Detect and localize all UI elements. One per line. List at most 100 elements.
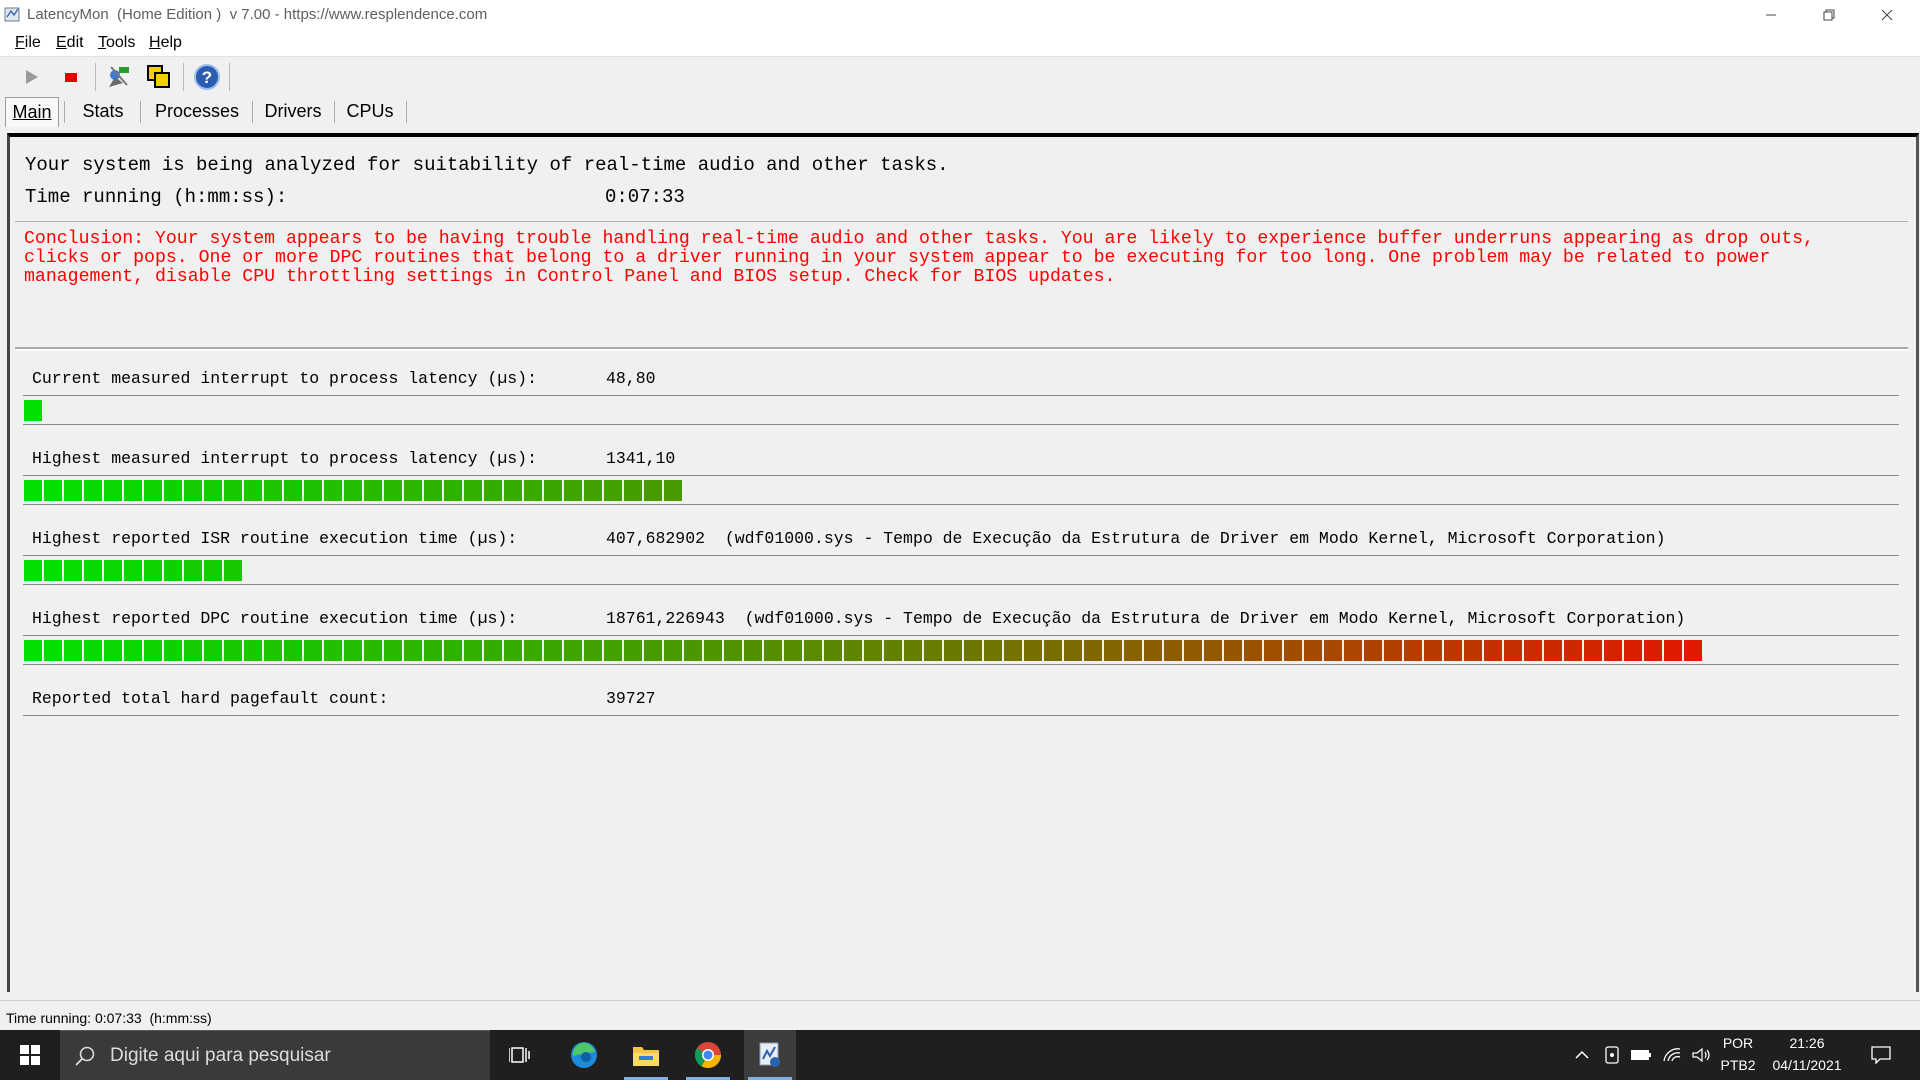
meter-segment	[844, 640, 862, 661]
task-view-icon	[509, 1047, 530, 1063]
meter-segment	[584, 480, 602, 501]
meter-segment	[1464, 640, 1482, 661]
keyboard-layout[interactable]: PTB2	[1718, 1057, 1758, 1073]
isr-time-value: 407,682902 (wdf01000.sys - Tempo de Exec…	[606, 529, 1666, 548]
meter-bar	[24, 640, 1704, 661]
meter-segment	[864, 640, 882, 661]
taskbar-file-explorer[interactable]	[620, 1030, 672, 1080]
meter-segment	[644, 640, 662, 661]
meter-segment	[384, 480, 402, 501]
tab-separator	[140, 101, 141, 123]
taskbar-latencymon[interactable]	[744, 1030, 796, 1080]
meter-segment	[64, 640, 82, 661]
tray-volume[interactable]	[1690, 1030, 1714, 1080]
analyzing-text: Your system is being analyzed for suitab…	[25, 154, 949, 176]
tab-main[interactable]: Main	[5, 97, 59, 127]
meter-segment	[924, 640, 942, 661]
meter-segment	[204, 480, 222, 501]
meter-segment	[804, 640, 822, 661]
meter-segment	[264, 640, 282, 661]
meter-segment	[544, 640, 562, 661]
meter-segment	[1124, 640, 1142, 661]
meter-segment	[884, 640, 902, 661]
clock-time[interactable]: 21:26	[1762, 1035, 1852, 1051]
meter-segment	[1304, 640, 1322, 661]
clock-date[interactable]: 04/11/2021	[1762, 1057, 1852, 1073]
meter-segment	[1444, 640, 1462, 661]
tab-separator	[334, 101, 335, 123]
tray-battery[interactable]	[1628, 1030, 1654, 1080]
show-hidden-icons[interactable]	[1570, 1030, 1594, 1080]
meter-segment	[1544, 640, 1562, 661]
taskbar-search[interactable]: Digite aqui para pesquisar	[60, 1030, 490, 1080]
tab-processes-label: Processes	[154, 101, 240, 121]
help-button[interactable]: ?	[191, 61, 223, 93]
tab-stats-label: Stats	[82, 101, 124, 121]
menu-tools[interactable]: Tools	[98, 34, 135, 52]
meter-segment	[664, 640, 682, 661]
meter-segment	[684, 640, 702, 661]
meter-segment	[1404, 640, 1422, 661]
meter-segment	[304, 640, 322, 661]
meter-segment	[464, 480, 482, 501]
meter-segment	[424, 640, 442, 661]
time-running-label: Time running (h:mm:ss):	[25, 186, 288, 208]
minimize-icon	[1766, 14, 1776, 16]
tab-drivers[interactable]: Drivers	[258, 97, 328, 125]
meter-segment	[24, 640, 42, 661]
meter-segment	[24, 400, 42, 421]
tab-processes[interactable]: Processes	[148, 97, 246, 125]
meter-segment	[64, 480, 82, 501]
meter-segment	[84, 640, 102, 661]
menu-file[interactable]: File	[15, 34, 41, 52]
meter-segment	[1424, 640, 1442, 661]
meter-segment	[84, 480, 102, 501]
meter-segment	[44, 640, 62, 661]
current-latency-label: Current measured interrupt to process la…	[32, 369, 537, 388]
menu-help[interactable]: Help	[149, 34, 182, 52]
stop-icon	[65, 73, 77, 82]
meter-segment	[244, 640, 262, 661]
meter-segment	[1504, 640, 1522, 661]
start-button[interactable]	[15, 61, 47, 93]
meter-segment	[224, 480, 242, 501]
tray-tablet[interactable]	[1600, 1030, 1624, 1080]
meter-segment	[144, 560, 162, 581]
taskbar-chrome[interactable]	[682, 1030, 734, 1080]
close-button[interactable]	[1858, 0, 1916, 30]
meter-segment	[504, 480, 522, 501]
meter-segment	[564, 480, 582, 501]
meter-segment	[484, 640, 502, 661]
tab-separator	[252, 101, 253, 123]
stop-button[interactable]	[55, 61, 87, 93]
main-panel: Your system is being analyzed for suitab…	[7, 133, 1919, 992]
input-language[interactable]: POR	[1718, 1035, 1758, 1051]
restore-button[interactable]	[1800, 0, 1858, 30]
isr-time-label: Highest reported ISR routine execution t…	[32, 529, 518, 548]
wizard-button[interactable]	[103, 61, 135, 93]
meter-segment	[204, 560, 222, 581]
action-center-button[interactable]	[1866, 1030, 1896, 1080]
menu-edit[interactable]: Edit	[56, 34, 84, 52]
meter-segment	[1064, 640, 1082, 661]
meter-segment	[964, 640, 982, 661]
meter-segment	[644, 480, 662, 501]
start-button[interactable]	[0, 1030, 60, 1080]
meter-segment	[1604, 640, 1622, 661]
tab-separator	[406, 101, 407, 123]
tab-cpus[interactable]: CPUs	[340, 97, 400, 125]
edge-icon	[571, 1042, 597, 1068]
tab-stats[interactable]: Stats	[74, 97, 132, 125]
pagefault-count-value: 39727	[606, 689, 656, 708]
tray-network[interactable]	[1660, 1030, 1684, 1080]
meter-segment	[164, 480, 182, 501]
meter-segment	[944, 640, 962, 661]
taskbar-edge[interactable]	[558, 1030, 610, 1080]
current-latency-value: 48,80	[606, 369, 656, 388]
copy-window-button[interactable]	[143, 61, 175, 93]
toolbar-separator	[183, 63, 184, 91]
task-view-button[interactable]	[494, 1030, 546, 1080]
meter-segment	[984, 640, 1002, 661]
chevron-up-icon	[1575, 1050, 1589, 1059]
minimize-button[interactable]	[1742, 0, 1800, 30]
